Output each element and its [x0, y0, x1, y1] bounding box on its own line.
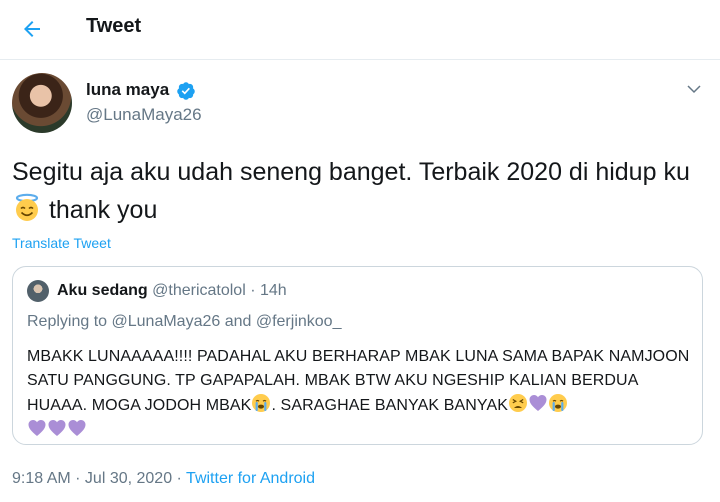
footer-separator: · — [70, 470, 85, 487]
quote-author-name: Aku sedang — [57, 282, 148, 299]
quoted-tweet[interactable]: Aku sedang @thericatolol · 14h Replying … — [12, 266, 703, 445]
tweet-text: Segitu aja aku udah seneng banget. Terba… — [12, 153, 702, 229]
verified-badge-icon — [177, 82, 195, 100]
reply-prefix: Replying to — [27, 313, 112, 330]
tweet-date[interactable]: Jul 30, 2020 — [85, 470, 172, 487]
page-title: Tweet — [86, 15, 142, 37]
footer-separator: · — [172, 470, 187, 487]
arrow-left-icon[interactable] — [20, 17, 44, 41]
translate-tweet-link[interactable]: Translate Tweet — [12, 235, 111, 251]
reply-targets: @LunaMaya26 and @ferjinkoo_ — [111, 313, 342, 330]
author-handle[interactable]: @LunaMaya26 — [86, 105, 202, 125]
avatar[interactable] — [12, 73, 72, 133]
smiling-face-with-halo-icon — [15, 193, 39, 221]
chevron-down-icon[interactable] — [685, 80, 703, 98]
purple-heart-icon — [48, 420, 66, 436]
quote-author-handle: @thericatolol — [152, 282, 246, 299]
purple-heart-icon — [28, 420, 46, 436]
quote-time: 14h — [259, 282, 287, 299]
tweet-text-part2: thank you — [42, 196, 158, 224]
tired-face-icon — [509, 394, 528, 412]
purple-heart-icon — [529, 395, 547, 411]
quote-replying-to: Replying to @LunaMaya26 and @ferjinkoo_ — [27, 313, 341, 331]
quote-avatar — [27, 280, 49, 302]
top-bar: Tweet — [0, 0, 720, 60]
loudly-crying-face-icon — [252, 394, 271, 412]
loudly-crying-face-icon — [549, 394, 568, 412]
tweet-footer: 9:18 AM · Jul 30, 2020 · Twitter for And… — [12, 470, 315, 488]
quote-header: Aku sedang @thericatolol · 14h — [57, 282, 287, 300]
tweet-source-link[interactable]: Twitter for Android — [186, 470, 315, 487]
quote-text: MBAKK LUNAAAAA!!!! PADAHAL AKU BERHARAP … — [27, 345, 692, 443]
quote-text-part2: . SARAGHAE BANYAK BANYAK — [271, 397, 509, 414]
author-name[interactable]: luna maya — [86, 80, 169, 100]
quote-separator: · — [245, 282, 260, 299]
tweet-time[interactable]: 9:18 AM — [12, 470, 71, 487]
tweet-text-part1: Segitu aja aku udah seneng banget. Terba… — [12, 158, 690, 186]
purple-heart-icon — [68, 420, 86, 436]
